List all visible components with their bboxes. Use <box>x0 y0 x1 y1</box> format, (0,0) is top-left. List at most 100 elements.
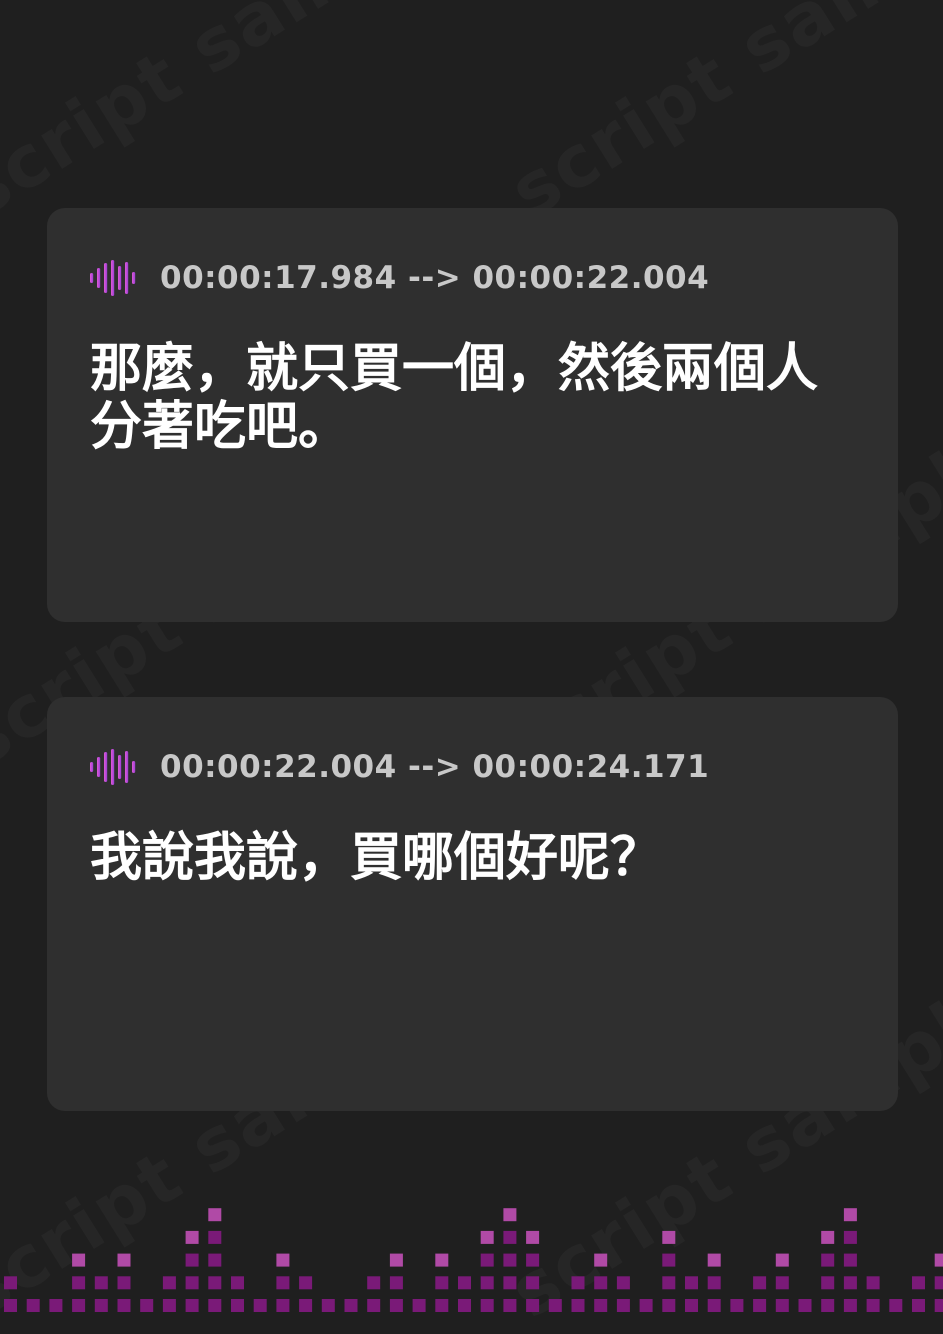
equalizer-block <box>185 1276 199 1290</box>
equalizer-block <box>208 1208 222 1222</box>
equalizer-block <box>367 1299 381 1312</box>
equalizer-block <box>912 1299 925 1312</box>
equalizer-block <box>208 1253 222 1267</box>
equalizer-block <box>94 1299 108 1312</box>
equalizer-block <box>162 1299 176 1312</box>
equalizer-block <box>503 1276 517 1290</box>
equalizer-block <box>934 1253 943 1267</box>
equalizer-block <box>480 1253 494 1267</box>
equalizer-block <box>503 1230 517 1244</box>
equalizer-block <box>26 1299 40 1312</box>
equalizer-block <box>526 1276 540 1290</box>
equalizer-block <box>775 1276 789 1290</box>
equalizer-block <box>367 1276 381 1290</box>
equalizer-block <box>140 1299 154 1312</box>
equalizer-block <box>117 1253 131 1267</box>
equalizer-block <box>4 1299 17 1312</box>
equalizer-block <box>72 1276 86 1290</box>
equalizer-block <box>185 1299 199 1312</box>
equalizer-block <box>707 1276 721 1290</box>
equalizer-block <box>685 1299 698 1312</box>
equalizer-block <box>616 1276 630 1290</box>
cue-timecode: 00:00:17.984 --> 00:00:22.004 <box>160 260 710 296</box>
equalizer-block <box>526 1299 540 1312</box>
equalizer-block <box>4 1276 17 1290</box>
equalizer-block <box>526 1253 540 1267</box>
equalizer-block <box>912 1276 925 1290</box>
equalizer-block <box>594 1276 608 1290</box>
equalizer-block <box>435 1299 449 1312</box>
equalizer-block <box>208 1299 222 1312</box>
equalizer-block <box>775 1299 789 1312</box>
watermark-layer: script sample script sample script sampl… <box>0 0 943 1334</box>
equalizer-block <box>503 1208 517 1222</box>
equalizer-block <box>253 1299 267 1312</box>
equalizer-block <box>503 1253 517 1267</box>
equalizer-block <box>594 1299 608 1312</box>
equalizer-block <box>594 1253 608 1267</box>
equalizer-block <box>276 1253 290 1267</box>
equalizer-block <box>72 1299 86 1312</box>
equalizer-block <box>480 1276 494 1290</box>
equalizer-block <box>821 1230 835 1244</box>
equalizer-block <box>162 1276 176 1290</box>
equalizer-block <box>231 1276 244 1290</box>
equalizer-block <box>571 1276 585 1290</box>
equalizer-block <box>548 1299 562 1312</box>
equalizer-block <box>299 1299 313 1312</box>
cue-timecode: 00:00:22.004 --> 00:00:24.171 <box>160 749 710 785</box>
equalizer-block <box>480 1299 494 1312</box>
watermark: script sample <box>495 0 943 235</box>
equalizer-block <box>753 1299 767 1312</box>
equalizer-block <box>685 1276 698 1290</box>
cue-text: 我說我說，買哪個好呢？ <box>90 828 663 888</box>
equalizer-block <box>662 1299 676 1312</box>
equalizer-block <box>458 1299 471 1312</box>
equalizer-block <box>889 1299 903 1312</box>
equalizer-block <box>707 1253 721 1267</box>
equalizer-block <box>843 1253 857 1267</box>
equalizer-block <box>208 1230 222 1244</box>
equalizer-block <box>843 1230 857 1244</box>
equalizer-block <box>934 1299 943 1312</box>
equalizer-block <box>639 1299 653 1312</box>
equalizer-block <box>117 1276 131 1290</box>
equalizer-block <box>208 1276 222 1290</box>
cue-text: 那麼，就只買一個，然後兩個人分著吃吧。 <box>90 339 819 457</box>
equalizer-decoration <box>4 1208 943 1312</box>
equalizer-block <box>526 1230 540 1244</box>
watermark: script sample <box>0 0 477 235</box>
equalizer-block <box>435 1253 449 1267</box>
equalizer-block <box>707 1299 721 1312</box>
equalizer-block <box>389 1299 403 1312</box>
equalizer-block <box>662 1253 676 1267</box>
equalizer-block <box>321 1299 335 1312</box>
equalizer-block <box>571 1299 585 1312</box>
equalizer-block <box>185 1230 199 1244</box>
equalizer-block <box>821 1299 835 1312</box>
equalizer-block <box>458 1276 471 1290</box>
equalizer-block <box>185 1253 199 1267</box>
equalizer-block <box>480 1230 494 1244</box>
equalizer-block <box>49 1299 63 1312</box>
equalizer-block <box>934 1276 943 1290</box>
equalizer-block <box>389 1276 403 1290</box>
equalizer-block <box>730 1299 744 1312</box>
equalizer-block <box>412 1299 426 1312</box>
equalizer-block <box>662 1230 676 1244</box>
equalizer-block <box>117 1299 131 1312</box>
equalizer-block <box>389 1253 403 1267</box>
equalizer-block <box>299 1276 313 1290</box>
equalizer-block <box>616 1299 630 1312</box>
cue-timing-row: 00:00:17.984 --> 00:00:22.004 <box>89 258 709 298</box>
cue-timing-row: 00:00:22.004 --> 00:00:24.171 <box>89 747 709 787</box>
equalizer-block <box>843 1208 857 1222</box>
equalizer-block <box>843 1299 857 1312</box>
equalizer-block <box>821 1253 835 1267</box>
equalizer-block <box>503 1299 517 1312</box>
audio-waveform-icon <box>90 260 136 296</box>
equalizer-block <box>843 1276 857 1290</box>
equalizer-block <box>866 1276 880 1290</box>
equalizer-block <box>276 1276 290 1290</box>
equalizer-block <box>231 1299 244 1312</box>
